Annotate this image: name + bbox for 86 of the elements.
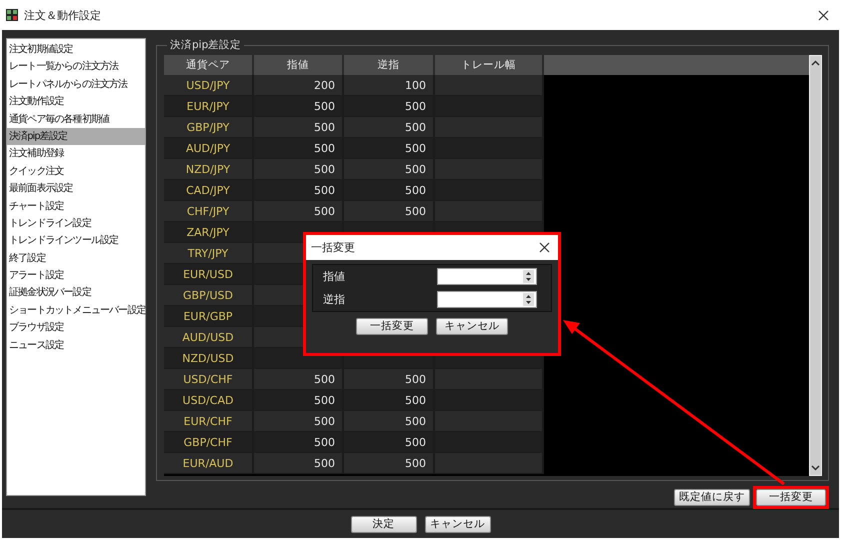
table-cell: NZD/USD xyxy=(164,348,254,369)
column-header[interactable]: 逆指 xyxy=(344,55,435,75)
window-title: 注文＆動作設定 xyxy=(24,8,102,22)
close-icon[interactable] xyxy=(818,10,829,20)
table-cell: TRY/JPY xyxy=(164,243,254,264)
table-cell: EUR/JPY xyxy=(164,96,254,117)
dialog-button[interactable]: 一括変更 xyxy=(356,318,428,335)
table-cell: 500 xyxy=(254,180,344,201)
field-label: 逆指 xyxy=(323,292,345,307)
table-cell: 500 xyxy=(344,117,435,138)
table-cell: 500 xyxy=(254,96,344,117)
table-cell: 200 xyxy=(254,75,344,96)
sidebar-item[interactable]: レート一覧からの注文方法 xyxy=(7,58,145,76)
table-cell: 100 xyxy=(344,75,435,96)
sidebar-item[interactable]: 最前面表示設定 xyxy=(7,180,145,198)
sidebar-item[interactable]: トレンドラインツール設定 xyxy=(7,232,145,250)
table-cell: 500 xyxy=(344,411,435,432)
table-cell: 500 xyxy=(344,138,435,159)
table-cell: CAD/JPY xyxy=(164,180,254,201)
sidebar-item[interactable]: 証拠金状況バー設定 xyxy=(7,284,145,302)
table-cell: 500 xyxy=(254,159,344,180)
sidebar-item[interactable]: 決済pip差設定 xyxy=(7,128,145,146)
field-label: 指値 xyxy=(323,269,345,284)
sidebar-item[interactable]: ショートカットメニューバー設定 xyxy=(7,302,145,320)
table-cell: 500 xyxy=(254,390,344,411)
table-cell: 500 xyxy=(254,138,344,159)
table-cell: USD/CHF xyxy=(164,369,254,390)
number-field[interactable] xyxy=(437,268,537,285)
table-cell: EUR/USD xyxy=(164,264,254,285)
table-cell: NZD/JPY xyxy=(164,159,254,180)
table-cell: USD/JPY xyxy=(164,75,254,96)
table-cell: 500 xyxy=(344,96,435,117)
table-cell: 500 xyxy=(254,369,344,390)
table-cell: CHF/JPY xyxy=(164,201,254,222)
table-cell: 500 xyxy=(344,159,435,180)
table-cell: GBP/USD xyxy=(164,285,254,306)
dialog-button[interactable]: キャンセル xyxy=(436,318,508,335)
sidebar-item[interactable]: 注文初期値設定 xyxy=(7,41,145,58)
table-cell: 500 xyxy=(254,201,344,222)
column-header[interactable]: トレール幅 xyxy=(435,55,544,75)
table-cell: 500 xyxy=(344,390,435,411)
dialog-title: 一括変更 xyxy=(311,240,355,255)
table-cell: AUD/JPY xyxy=(164,138,254,159)
table-cell: EUR/CHF xyxy=(164,411,254,432)
table-cell: 500 xyxy=(344,432,435,453)
sidebar-item[interactable]: アラート設定 xyxy=(7,267,145,284)
table-cell: 500 xyxy=(254,432,344,453)
sidebar-item[interactable]: 注文補助登録 xyxy=(7,145,145,163)
table-cell: 500 xyxy=(254,453,344,474)
panel-button[interactable]: 一括変更 xyxy=(756,489,826,506)
column-header[interactable]: 指値 xyxy=(254,55,344,75)
table-cell: 500 xyxy=(254,411,344,432)
sidebar-item[interactable]: ブラウザ設定 xyxy=(7,319,145,337)
sidebar-item[interactable]: クイック注文 xyxy=(7,162,145,180)
table-cell: USD/CAD xyxy=(164,390,254,411)
sidebar-item[interactable]: 通貨ペア毎の各種初期値 xyxy=(7,110,145,128)
table-cell: 500 xyxy=(344,201,435,222)
panel-button[interactable]: 既定値に戻す xyxy=(674,489,750,506)
column-header[interactable]: 通貨ペア xyxy=(164,55,254,75)
table-cell: EUR/GBP xyxy=(164,306,254,327)
table-cell: AUD/USD xyxy=(164,327,254,348)
sidebar-item[interactable]: ニュース設定 xyxy=(7,336,145,354)
sidebar-item[interactable]: レートパネルからの注文方法 xyxy=(7,76,145,94)
table-cell: 500 xyxy=(254,117,344,138)
close-icon[interactable] xyxy=(539,242,550,253)
cancel-button[interactable]: キャンセル xyxy=(424,516,490,533)
sidebar-item[interactable]: トレンドライン設定 xyxy=(7,214,145,232)
table-cell: 500 xyxy=(344,369,435,390)
table-cell: 500 xyxy=(344,453,435,474)
scroll-down-icon[interactable] xyxy=(811,465,820,471)
sidebar-item[interactable]: 注文動作設定 xyxy=(7,93,145,111)
sidebar-item[interactable]: 終了設定 xyxy=(7,250,145,268)
table-cell: ZAR/JPY xyxy=(164,222,254,243)
table-cell: GBP/CHF xyxy=(164,432,254,453)
spinner-icon[interactable] xyxy=(523,270,534,283)
table-cell: EUR/AUD xyxy=(164,453,254,474)
scroll-up-icon[interactable] xyxy=(811,60,820,66)
table-cell: GBP/JPY xyxy=(164,117,254,138)
spinner-icon[interactable] xyxy=(523,293,534,306)
ok-button[interactable]: 決定 xyxy=(350,516,416,533)
number-field[interactable] xyxy=(437,291,537,308)
group-title: 決済pip差設定 xyxy=(167,38,244,52)
sidebar-item[interactable]: チャート設定 xyxy=(7,198,145,215)
table-cell: 500 xyxy=(344,180,435,201)
app-icon xyxy=(6,9,18,21)
scrollbar[interactable] xyxy=(809,55,822,476)
